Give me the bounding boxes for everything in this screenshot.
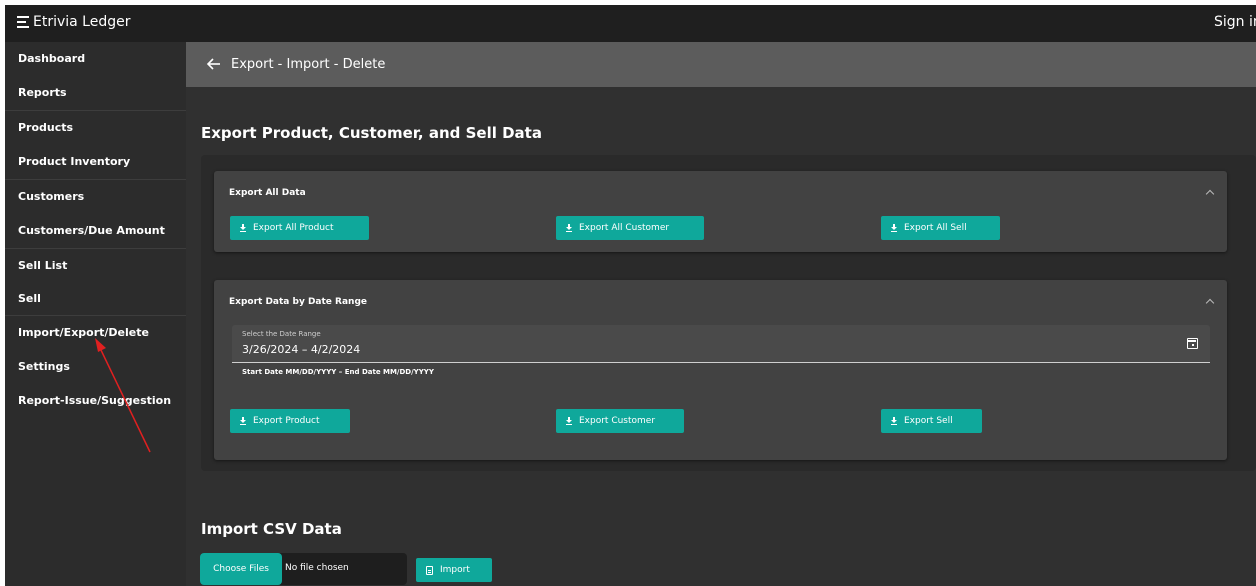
export-product-label: Export Product xyxy=(253,416,320,426)
back-arrow-icon[interactable] xyxy=(206,56,222,72)
download-icon xyxy=(240,417,246,425)
app-title: Etrivia Ledger xyxy=(33,14,131,30)
date-range-label: Select the Date Range xyxy=(242,330,321,338)
sidebar-item-sell-list[interactable]: Sell List xyxy=(5,249,186,283)
sidebar-item-product-inventory[interactable]: Product Inventory xyxy=(5,145,186,179)
page-title: Export - Import - Delete xyxy=(231,57,386,72)
download-icon xyxy=(891,417,897,425)
sidebar-item-dashboard[interactable]: Dashboard xyxy=(5,42,186,76)
sidebar-item-products[interactable]: Products xyxy=(5,111,186,145)
sidebar-item-report-issue-suggestion[interactable]: Report-Issue/Suggestion xyxy=(5,384,186,418)
export-all-customer-label: Export All Customer xyxy=(579,223,670,233)
export-all-sell-button[interactable]: Export All Sell xyxy=(881,216,1000,240)
sidebar-item-customers-due-amount[interactable]: Customers/Due Amount xyxy=(5,214,186,248)
import-button[interactable]: Import xyxy=(416,558,492,582)
download-icon xyxy=(566,417,572,425)
top-bar: Etrivia Ledger Sign in xyxy=(5,5,1256,42)
download-icon xyxy=(891,224,897,232)
sidebar-item-sell[interactable]: Sell xyxy=(5,282,186,316)
import-heading: Import CSV Data xyxy=(201,520,342,538)
sidebar-item-import-export-delete[interactable]: Import/Export/Delete xyxy=(5,316,186,350)
export-all-customer-button[interactable]: Export All Customer xyxy=(556,216,704,240)
no-file-text: No file chosen xyxy=(285,563,349,573)
date-range-field[interactable]: Select the Date Range 3/26/2024 – 4/2/20… xyxy=(232,325,1210,363)
export-all-title: Export All Data xyxy=(229,188,306,198)
export-all-sell-label: Export All Sell xyxy=(904,223,967,233)
sidebar-item-reports[interactable]: Reports xyxy=(5,76,186,110)
menu-icon[interactable] xyxy=(17,16,31,28)
page-header: Export - Import - Delete xyxy=(186,42,1256,87)
date-range-hint: Start Date MM/DD/YYYY – End Date MM/DD/Y… xyxy=(242,368,434,376)
export-range-title: Export Data by Date Range xyxy=(229,297,367,307)
export-sell-button[interactable]: Export Sell xyxy=(881,409,982,433)
file-input[interactable]: Choose Files No file chosen xyxy=(200,553,407,585)
export-product-button[interactable]: Export Product xyxy=(230,409,350,433)
export-customer-button[interactable]: Export Customer xyxy=(556,409,684,433)
export-all-product-button[interactable]: Export All Product xyxy=(230,216,369,240)
chevron-up-icon[interactable] xyxy=(1205,189,1215,199)
app-window: Etrivia Ledger Sign in Dashboard Reports… xyxy=(5,5,1256,586)
export-all-panel: Export All Data Export All Product Expor… xyxy=(214,171,1227,252)
import-label: Import xyxy=(440,565,470,575)
download-icon xyxy=(240,224,246,232)
choose-files-button[interactable]: Choose Files xyxy=(200,553,282,585)
export-customer-label: Export Customer xyxy=(579,416,656,426)
download-icon xyxy=(566,224,572,232)
date-range-value: 3/26/2024 – 4/2/2024 xyxy=(242,343,361,356)
main-content: Export - Import - Delete Export Product,… xyxy=(186,42,1256,586)
chevron-up-icon[interactable] xyxy=(1205,298,1215,308)
export-range-panel: Export Data by Date Range Select the Dat… xyxy=(214,280,1227,460)
export-all-product-label: Export All Product xyxy=(253,223,334,233)
sidebar: Dashboard Reports Products Product Inven… xyxy=(5,42,186,586)
sidebar-item-settings[interactable]: Settings xyxy=(5,350,186,384)
export-heading: Export Product, Customer, and Sell Data xyxy=(201,124,542,142)
file-icon xyxy=(426,565,433,575)
calendar-icon[interactable] xyxy=(1187,338,1198,349)
sign-in-link[interactable]: Sign in xyxy=(1214,14,1256,30)
export-sell-label: Export Sell xyxy=(904,416,953,426)
sidebar-item-customers[interactable]: Customers xyxy=(5,180,186,214)
